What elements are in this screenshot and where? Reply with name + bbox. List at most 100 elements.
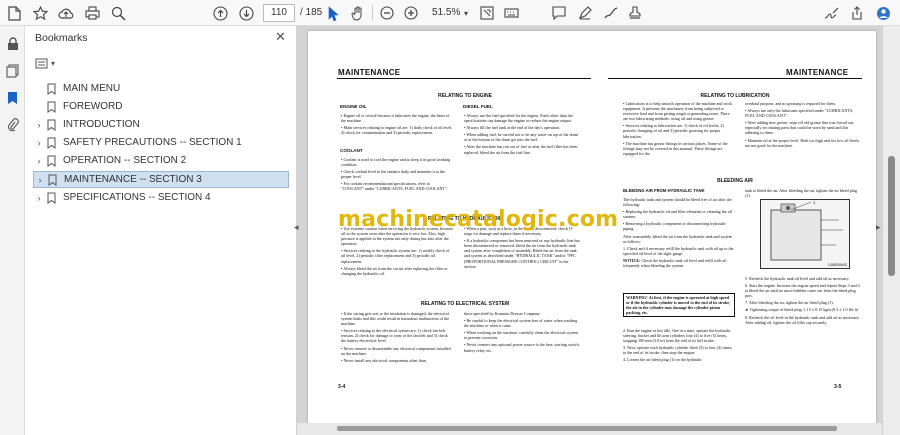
bookmark-specifications[interactable]: › SPECIFICATIONS -- SECTION 4 xyxy=(33,189,289,206)
sign-icon[interactable] xyxy=(822,3,840,23)
page-up-icon[interactable] xyxy=(210,3,230,23)
bookmark-foreword[interactable]: FOREWORD xyxy=(33,98,289,115)
header-rule xyxy=(337,78,591,80)
page-number: 3-5 xyxy=(834,384,842,390)
text-block: overhaul purpose, and no greasing is req… xyxy=(745,101,860,148)
bookmark-label: FOREWORD xyxy=(63,101,123,112)
text-block: • If the wiring gets wet or the insulati… xyxy=(341,311,451,363)
close-icon[interactable]: ✕ xyxy=(275,29,286,45)
text-block: • When a part, such as a hose, in the li… xyxy=(464,226,580,269)
profile-icon[interactable] xyxy=(874,3,892,23)
bookmark-icon xyxy=(45,100,57,113)
section-heading: RELATING TO ENGINE xyxy=(438,93,492,99)
share-icon[interactable] xyxy=(848,3,866,23)
lock-icon[interactable] xyxy=(5,36,20,51)
chevron-right-icon[interactable]: › xyxy=(33,193,45,203)
subheading: COOLANT xyxy=(340,148,363,153)
scroll-thumb[interactable] xyxy=(337,426,837,431)
draw-icon[interactable] xyxy=(602,3,620,23)
text-block: 2. Run the engine at low idle. One at a … xyxy=(623,328,733,363)
bookmark-panel-icon[interactable] xyxy=(5,90,20,105)
vertical-scrollbar[interactable] xyxy=(882,26,900,435)
bookmark-operation[interactable]: › OPERATION -- SECTION 2 xyxy=(33,152,289,169)
right-page-header: MAINTENANCE xyxy=(786,68,849,77)
bookmarks-panel: Bookmarks ✕ ▾ MAIN MENU FOREWORD › INTRO… xyxy=(25,26,297,435)
section-heading: RELATING TO ELECTRICAL SYSTEM xyxy=(420,301,510,307)
print-icon[interactable] xyxy=(82,3,102,23)
text-block: tank to bleed the air. After bleeding th… xyxy=(745,188,858,199)
expand-panel-icon[interactable]: ▸ xyxy=(876,222,881,233)
bookmark-icon xyxy=(45,82,57,95)
keyboard-icon[interactable] xyxy=(502,3,520,23)
chevron-right-icon[interactable]: › xyxy=(33,120,45,130)
hydraulic-tank-illustration: 1 xyxy=(770,200,843,261)
subheading: ENGINE OIL xyxy=(340,104,367,109)
hand-tool-icon[interactable] xyxy=(349,3,367,23)
bookmark-icon xyxy=(46,173,58,186)
page-total: / 185 xyxy=(300,7,323,18)
attachment-icon[interactable] xyxy=(5,117,20,132)
bleed-plug-figure: 1 L0BE00943 xyxy=(760,199,850,269)
toolbar: 110 / 185 51.5% ▾ xyxy=(0,0,900,26)
bookmark-label: MAIN MENU xyxy=(63,83,121,94)
page-down-icon[interactable] xyxy=(236,3,256,23)
bookmark-label: INTRODUCTION xyxy=(63,119,140,130)
page-thumbnails-icon[interactable] xyxy=(5,63,20,78)
cursor-select-icon[interactable] xyxy=(325,3,343,23)
text-block: those specified by Komatsu Dresser Compa… xyxy=(464,311,580,353)
svg-text:1: 1 xyxy=(813,200,816,205)
header-rule xyxy=(608,78,862,80)
bookmark-label: SAFETY PRECAUTIONS -- SECTION 1 xyxy=(63,137,242,148)
bookmark-introduction[interactable]: › INTRODUCTION xyxy=(33,116,289,133)
chevron-right-icon[interactable]: › xyxy=(33,156,45,166)
zoom-in-icon[interactable] xyxy=(402,3,420,23)
subheading: DIESEL FUEL xyxy=(463,104,493,109)
collapse-panel-icon[interactable]: ◂ xyxy=(294,222,299,233)
bookmark-options-button[interactable]: ▾ xyxy=(35,56,61,70)
page-number: 3-4 xyxy=(338,384,346,390)
fit-page-icon[interactable] xyxy=(478,3,496,23)
watermark: machinecatalogic.com xyxy=(338,207,619,232)
chevron-down-icon: ▾ xyxy=(51,58,56,68)
zoom-level[interactable]: 51.5% xyxy=(432,7,460,18)
bookmark-main-menu[interactable]: MAIN MENU xyxy=(33,80,289,97)
bookmark-maintenance[interactable]: › MAINTENANCE -- SECTION 3 xyxy=(33,171,289,188)
text-block: 5. Recheck the hydraulic tank oil level … xyxy=(745,276,860,325)
text-block: The hydraulic tank and system should be … xyxy=(623,197,734,269)
bookmark-icon xyxy=(45,191,57,204)
text-block: • Coolant is used to cool the engine and… xyxy=(341,157,451,192)
document-spread: MAINTENANCE RELATING TO ENGINE ENGINE OI… xyxy=(308,31,876,423)
bookmark-label: MAINTENANCE -- SECTION 3 xyxy=(64,174,202,185)
subheading: BLEEDING AIR FROM HYDRAULIC TANK xyxy=(623,188,705,193)
warning-box: WARNING! At first, if the engine is oper… xyxy=(623,293,735,318)
stamp-icon[interactable] xyxy=(626,3,644,23)
chevron-right-icon[interactable]: › xyxy=(34,175,46,185)
navigation-rail xyxy=(0,26,25,435)
text-block: • Use extreme caution when servicing the… xyxy=(341,226,453,276)
figure-label: L0BE00943 xyxy=(828,263,847,267)
bookmark-icon xyxy=(45,136,57,149)
zoom-out-icon[interactable] xyxy=(378,3,396,23)
text-block: • Engine oil is critical because it lubr… xyxy=(341,113,453,136)
bookmark-safety-precautions[interactable]: › SAFETY PRECAUTIONS -- SECTION 1 xyxy=(33,134,289,151)
comment-icon[interactable] xyxy=(550,3,568,23)
section-heading: BLEEDING AIR xyxy=(717,178,753,184)
star-icon[interactable] xyxy=(30,3,50,23)
chevron-down-icon[interactable]: ▾ xyxy=(460,3,472,23)
bookmark-label: OPERATION -- SECTION 2 xyxy=(63,155,187,166)
pdf-viewer-window: 110 / 185 51.5% ▾ Bookmarks ✕ ▾ MAIN MEN… xyxy=(0,0,900,435)
document-icon[interactable] xyxy=(4,3,24,23)
cloud-upload-icon[interactable] xyxy=(56,3,76,23)
scroll-thumb[interactable] xyxy=(888,156,895,276)
horizontal-scrollbar[interactable] xyxy=(297,423,882,435)
zoom-search-icon[interactable] xyxy=(108,3,128,23)
page-number-input[interactable]: 110 xyxy=(263,4,295,22)
section-heading: RELATING TO LUBRICATION xyxy=(700,93,770,99)
text-block: • Always use the fuel specified for the … xyxy=(464,113,579,155)
text-block: • Lubrication is to help smooth operatio… xyxy=(623,101,732,156)
chevron-right-icon[interactable]: › xyxy=(33,138,45,148)
bookmark-icon xyxy=(45,154,57,167)
bookmark-icon xyxy=(45,118,57,131)
bookmarks-title: Bookmarks xyxy=(35,32,88,44)
highlight-pen-icon[interactable] xyxy=(576,3,594,23)
